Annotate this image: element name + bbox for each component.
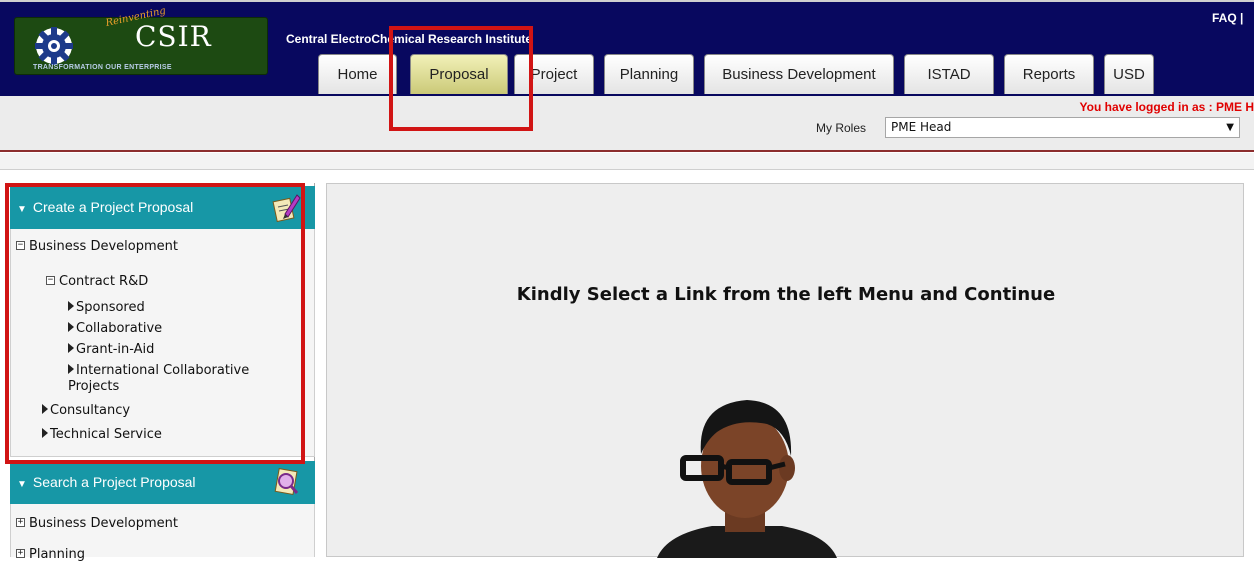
tree-item-search-planning[interactable]: + Planning xyxy=(16,547,85,562)
tree-item-collaborative[interactable]: Collaborative xyxy=(68,321,162,336)
faq-link[interactable]: FAQ | xyxy=(1212,11,1243,25)
create-proposal-panel-header[interactable]: ▼ Create a Project Proposal xyxy=(10,186,315,229)
tree-item-consultancy[interactable]: Consultancy xyxy=(42,403,130,418)
roles-selected-value: PME Head xyxy=(891,120,952,134)
logo-tagline: TRANSFORMATION OUR ENTERPRISE xyxy=(33,64,172,71)
right-arrow-icon xyxy=(42,428,48,438)
expand-plus-icon: + xyxy=(16,517,25,527)
tab-proposal[interactable]: Proposal xyxy=(410,54,508,94)
tree-item-label: Collaborative xyxy=(76,321,163,336)
tab-istad[interactable]: ISTAD xyxy=(904,54,994,94)
tab-usd[interactable]: USD xyxy=(1104,54,1154,94)
tree-item-business-development[interactable]: − Business Development xyxy=(16,239,178,254)
tab-planning[interactable]: Planning xyxy=(604,54,694,94)
search-proposal-panel-header[interactable]: ▼ Search a Project Proposal xyxy=(10,461,315,504)
gear-emblem-icon xyxy=(35,27,73,65)
right-arrow-icon xyxy=(68,301,74,311)
logo-brand-text: CSIR xyxy=(135,20,212,53)
tab-reports[interactable]: Reports xyxy=(1004,54,1094,94)
tree-item-international-collaborative[interactable]: International Collaborative xyxy=(68,363,249,378)
tree-item-label: Business Development xyxy=(29,516,178,531)
tree-item-sponsored[interactable]: Sponsored xyxy=(68,300,145,315)
search-proposal-title: Search a Project Proposal xyxy=(32,474,196,490)
collapse-minus-icon: − xyxy=(16,240,25,250)
right-arrow-icon xyxy=(68,343,74,353)
tab-business-development[interactable]: Business Development xyxy=(704,54,894,94)
right-arrow-icon xyxy=(68,364,74,374)
tree-item-grant-in-aid[interactable]: Grant-in-Aid xyxy=(68,342,154,357)
content-area: Kindly Select a Link from the left Menu … xyxy=(326,183,1244,558)
tree-item-label: International Collaborative xyxy=(76,363,250,378)
institute-name: Central ElectroChemical Research Institu… xyxy=(286,32,533,46)
search-magnifier-icon xyxy=(274,468,299,495)
collapse-triangle-icon: ▼ xyxy=(17,204,27,215)
spacer-strip xyxy=(0,153,1254,170)
tab-project[interactable]: Project xyxy=(514,54,594,94)
tab-home[interactable]: Home xyxy=(318,54,397,94)
tree-item-label: Contract R&D xyxy=(59,274,149,289)
right-arrow-icon xyxy=(68,322,74,332)
collapse-triangle-icon: ▼ xyxy=(17,479,27,490)
header-top-border xyxy=(0,0,1254,2)
roles-label: My Roles xyxy=(816,121,867,135)
collapse-minus-icon: − xyxy=(46,275,55,285)
select-link-message: Kindly Select a Link from the left Menu … xyxy=(516,284,1056,305)
right-arrow-icon xyxy=(42,404,48,414)
tree-item-projects-continuation[interactable]: Projects xyxy=(68,379,119,394)
role-bar: You have logged in as : PME H My Roles P… xyxy=(0,96,1254,152)
csir-logo[interactable]: Reinventing CSIR TRANSFORMATION OUR ENTE… xyxy=(14,6,268,75)
tree-item-label: Technical Service xyxy=(50,427,162,442)
tree-item-label: Planning xyxy=(29,547,85,562)
dropdown-arrow-icon: ▼ xyxy=(1226,122,1234,133)
tree-item-label: Sponsored xyxy=(76,300,145,315)
edit-pencil-icon xyxy=(272,194,301,222)
tree-item-label: Business Development xyxy=(29,239,178,254)
tree-item-label: Consultancy xyxy=(50,403,131,418)
tree-item-label: Grant-in-Aid xyxy=(76,342,155,357)
tree-item-label: Projects xyxy=(68,379,120,394)
roles-dropdown[interactable]: PME Head ▼ xyxy=(885,117,1240,138)
tree-item-search-business-development[interactable]: + Business Development xyxy=(16,516,178,531)
create-proposal-tree: − Business Development − Contract R&D Spon… xyxy=(10,229,315,457)
create-proposal-title: Create a Project Proposal xyxy=(32,199,194,215)
left-menu: ▼ Create a Project Proposal − Business Dev… xyxy=(10,183,315,562)
tree-item-technical-service[interactable]: Technical Service xyxy=(42,427,162,442)
login-status-text: You have logged in as : PME H xyxy=(1079,100,1254,114)
top-header: Reinventing CSIR TRANSFORMATION OUR ENTE… xyxy=(0,0,1254,96)
person-avatar-icon xyxy=(657,400,837,558)
search-proposal-tree: + Business Development + Planning xyxy=(10,504,315,562)
tree-item-contract-rd[interactable]: − Contract R&D xyxy=(46,274,148,289)
